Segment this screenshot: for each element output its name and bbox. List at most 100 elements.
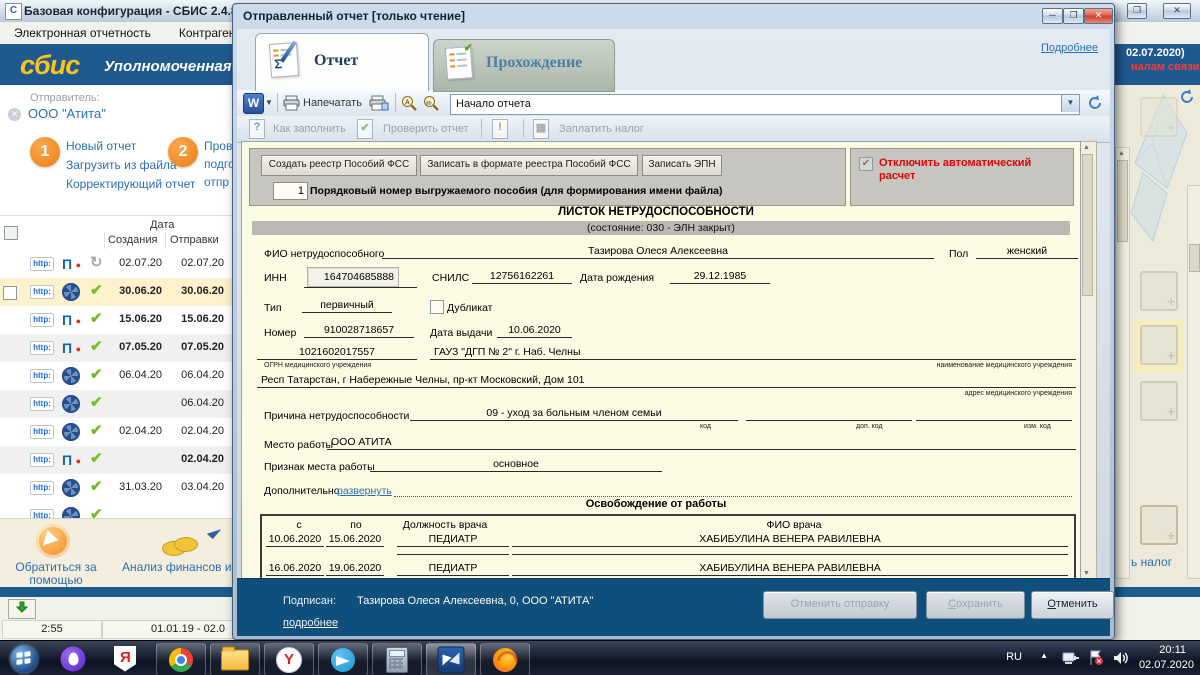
zoom-font-icon[interactable]: ab: [423, 95, 440, 112]
pay-tax-button[interactable]: Заплатить налог: [559, 123, 644, 135]
created-col-header[interactable]: Создания: [108, 234, 157, 246]
clock-date[interactable]: 02.07.2020: [1139, 659, 1194, 671]
taskbar-telegram[interactable]: [318, 643, 368, 675]
work-type-field[interactable]: основное: [370, 457, 662, 472]
main-restore-button[interactable]: ❐: [1127, 3, 1147, 19]
duplicate-checkbox[interactable]: [430, 300, 444, 314]
report-row[interactable]: http: ✔ 30.06.20 30.06.20: [0, 278, 232, 306]
word-icon[interactable]: W: [243, 93, 264, 114]
mod-code-field[interactable]: [916, 406, 1072, 421]
refresh-report-icon[interactable]: [1087, 95, 1103, 111]
report-row[interactable]: http: ✔ 02.04.20 02.04.20: [0, 418, 232, 446]
clear-sender-icon[interactable]: ✕: [8, 108, 21, 121]
reason-field[interactable]: 09 - уход за больным членом семьи: [410, 406, 738, 421]
combo-dropdown-icon[interactable]: ▼: [1061, 95, 1079, 112]
sex-field[interactable]: женский: [976, 244, 1078, 259]
pay-tax-icon[interactable]: [1140, 505, 1178, 545]
printer-icon[interactable]: [283, 95, 300, 111]
expand-link[interactable]: развернуть: [337, 485, 392, 497]
panel-scrollbar[interactable]: [1187, 185, 1200, 579]
help-link-2[interactable]: помощью: [8, 573, 104, 587]
fss-panel-button[interactable]: Записать ЭПН: [642, 155, 722, 176]
birth-field[interactable]: 29.12.1985: [670, 269, 770, 284]
report-row[interactable]: http: П ● ✔ 02.04.20: [0, 446, 232, 474]
taskbar-explorer[interactable]: [210, 643, 260, 675]
main-close-button[interactable]: ✕: [1163, 3, 1191, 19]
taskbar-alice[interactable]: [52, 643, 94, 674]
language-indicator[interactable]: RU: [1006, 651, 1022, 663]
taskbar-yandex-browser[interactable]: Y: [264, 643, 314, 675]
sender-link[interactable]: ООО "Атита": [28, 106, 106, 121]
fss-panel-button[interactable]: Записать в формате реестра Пособий ФСС: [420, 155, 638, 176]
report-row[interactable]: http: ✔ 31.03.20 03.04.20: [0, 474, 232, 502]
med-address-field[interactable]: Респ Татарстан, г Набережные Челны, пр-к…: [257, 373, 1076, 388]
dialog-maximize-button[interactable]: ❐: [1063, 8, 1084, 24]
taskbar-chrome[interactable]: [156, 643, 206, 675]
save-button[interactable]: Сохранить: [926, 591, 1025, 619]
more-details-link[interactable]: Подробнее: [1041, 42, 1098, 54]
med-org-field[interactable]: ГАУЗ "ДГП № 2" г. Наб. Челны: [430, 345, 1076, 360]
word-caret-icon[interactable]: ▼: [265, 98, 273, 107]
download-icon[interactable]: [8, 599, 36, 619]
network-icon[interactable]: [1062, 650, 1080, 666]
report-navigation-select[interactable]: Начало отчета ▼: [450, 94, 1080, 115]
speaker-icon[interactable]: [1113, 650, 1130, 666]
taskbar-firefox[interactable]: [480, 643, 530, 675]
report-row[interactable]: http: ✔ 06.04.20 06.04.20: [0, 362, 232, 390]
report-row[interactable]: http: П ● ✔ 07.05.20 07.05.20: [0, 334, 232, 362]
help-icon[interactable]: [36, 524, 70, 558]
taskbar-yandex[interactable]: Я: [104, 643, 146, 674]
fss-panel-button[interactable]: Создать реестр Пособий ФСС: [261, 155, 417, 176]
refresh-icon[interactable]: [1179, 89, 1195, 105]
report-row[interactable]: http: ✔ 06.04.20: [0, 390, 232, 418]
tab-report[interactable]: Σ Отчет: [255, 33, 429, 91]
start-button[interactable]: [4, 643, 44, 674]
tab-passing[interactable]: ✔ Прохождение: [433, 39, 615, 92]
sent-col-header[interactable]: Отправки: [170, 234, 219, 246]
row-checkbox[interactable]: [3, 286, 17, 300]
help-link[interactable]: Обратиться за: [8, 560, 104, 574]
type-field[interactable]: первичный: [302, 298, 392, 313]
report-row[interactable]: http: П ● ✔ 15.06.20 15.06.20: [0, 306, 232, 334]
signed-details-link[interactable]: подробнее: [283, 617, 338, 629]
taskbar-sbis[interactable]: [426, 643, 476, 675]
ghost-doc-icon[interactable]: [1140, 271, 1178, 311]
zoom-in-icon[interactable]: A: [401, 95, 418, 112]
number-field[interactable]: 910028718657: [304, 323, 414, 338]
step1-link[interactable]: Корректирующий отчет: [66, 177, 195, 191]
list-scrollbar[interactable]: ▲: [1115, 147, 1130, 579]
print-settings-icon[interactable]: [369, 95, 389, 111]
action-center-flag-icon[interactable]: [1088, 650, 1104, 666]
check-icon: ✔: [90, 282, 103, 299]
issue-field[interactable]: 10.06.2020: [497, 323, 572, 338]
dialog-close-button[interactable]: ✕: [1084, 8, 1113, 24]
how-to-fill-button[interactable]: Как заполнить: [273, 123, 346, 135]
work-field[interactable]: ООО АТИТА: [327, 435, 1076, 450]
number-label: Номер: [264, 327, 297, 339]
ghost-doc-icon[interactable]: [1140, 325, 1178, 365]
sequence-number-input[interactable]: 1: [273, 182, 308, 200]
report-info-icon[interactable]: !: [492, 119, 508, 139]
snils-field[interactable]: 12756162261: [472, 269, 572, 284]
tray-expand-icon[interactable]: ▲: [1040, 651, 1048, 660]
finance-analysis-link[interactable]: Анализ финансов и н: [122, 560, 232, 574]
report-row[interactable]: http: ✔: [0, 502, 232, 518]
print-button[interactable]: Напечатать: [303, 97, 362, 109]
ogrn-field[interactable]: 1021602017557: [257, 345, 417, 360]
taskbar-calculator[interactable]: [372, 643, 422, 675]
check-report-button[interactable]: Проверить отчет: [383, 123, 469, 135]
menu-item[interactable]: Электронная отчетность: [0, 22, 165, 40]
dialog-minimize-button[interactable]: ─: [1042, 8, 1063, 24]
disable-calc-checkbox[interactable]: ✔: [859, 157, 873, 171]
pay-tax-link-fragment[interactable]: ь налог: [1131, 555, 1172, 569]
clock-time[interactable]: 20:11: [1159, 644, 1186, 656]
add-code-field[interactable]: [746, 406, 912, 421]
select-all-checkbox[interactable]: [4, 226, 18, 240]
report-row[interactable]: http: П ● ↻ 02.07.20 02.07.20: [0, 250, 232, 278]
ghost-doc-icon[interactable]: [1140, 381, 1178, 421]
ghost-doc-icon[interactable]: [1140, 97, 1178, 137]
form-scrollbar[interactable]: ▲ ▼: [1079, 141, 1097, 580]
fio-field[interactable]: Тазирова Олеся Алексеевна: [382, 244, 934, 259]
cancel-button[interactable]: Отменить: [1031, 591, 1114, 619]
cancel-send-button[interactable]: Отменить отправку: [763, 591, 917, 619]
